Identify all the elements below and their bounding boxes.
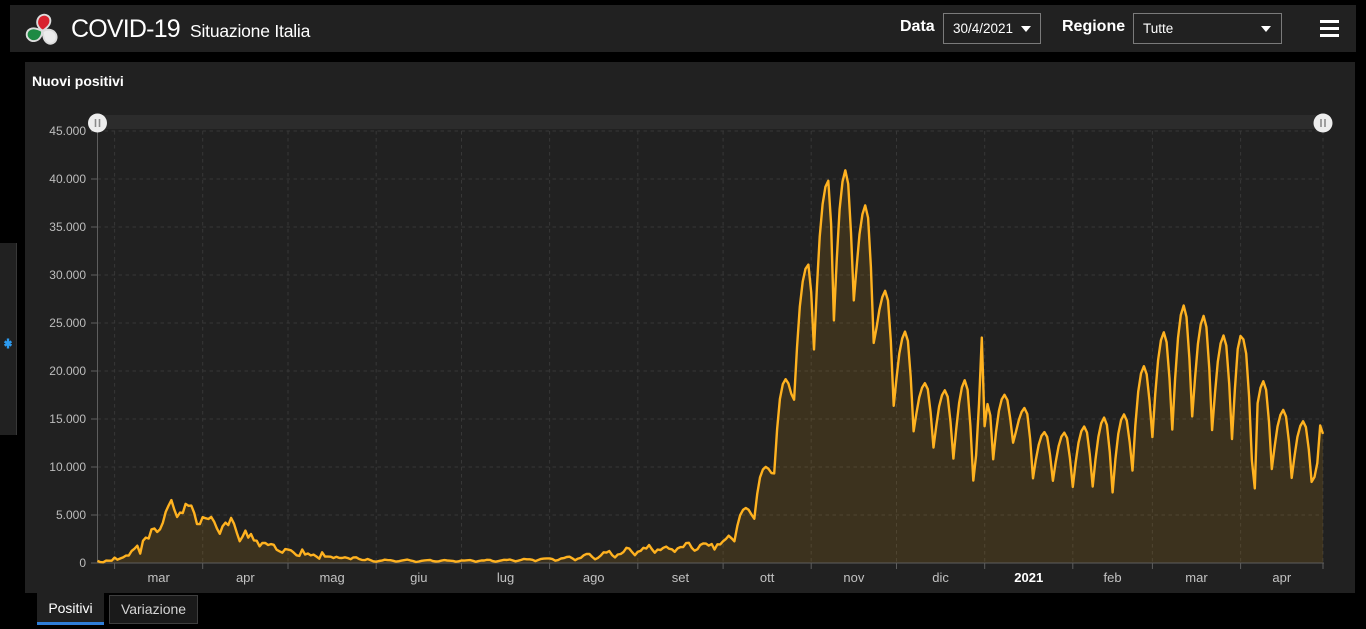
svg-text:45.000: 45.000 [49, 124, 86, 138]
svg-text:apr: apr [236, 570, 255, 585]
svg-text:mar: mar [147, 570, 170, 585]
svg-text:apr: apr [1272, 570, 1291, 585]
svg-text:0: 0 [79, 556, 86, 570]
svg-text:20.000: 20.000 [49, 364, 86, 378]
svg-text:set: set [672, 570, 690, 585]
svg-text:giu: giu [410, 570, 427, 585]
svg-text:35.000: 35.000 [49, 220, 86, 234]
svg-text:15.000: 15.000 [49, 412, 86, 426]
svg-text:2021: 2021 [1014, 570, 1043, 585]
svg-text:ago: ago [583, 570, 605, 585]
svg-text:mar: mar [1185, 570, 1208, 585]
svg-text:10.000: 10.000 [49, 460, 86, 474]
svg-text:25.000: 25.000 [49, 316, 86, 330]
svg-text:dic: dic [932, 570, 949, 585]
svg-text:feb: feb [1104, 570, 1122, 585]
svg-text:Nuovi positivi: Nuovi positivi [32, 73, 124, 89]
svg-text:ott: ott [760, 570, 775, 585]
svg-text:mag: mag [319, 570, 344, 585]
svg-text:5.000: 5.000 [56, 508, 86, 522]
svg-text:nov: nov [843, 570, 864, 585]
svg-text:30.000: 30.000 [49, 268, 86, 282]
svg-text:40.000: 40.000 [49, 172, 86, 186]
svg-text:lug: lug [497, 570, 514, 585]
